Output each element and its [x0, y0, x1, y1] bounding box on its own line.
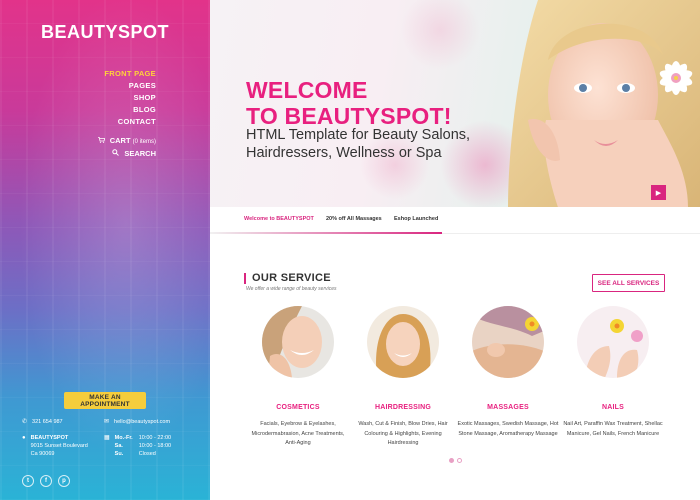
hours-row: Mo.-Fr. 10:00 - 22:00	[115, 434, 177, 442]
massages-image	[472, 306, 544, 378]
hours-time: 10:00 - 22:00	[138, 435, 172, 441]
search-link[interactable]: SEARCH	[98, 147, 156, 160]
hero-title: WELCOME TO BEAUTYSPOT!	[246, 77, 452, 129]
pinterest-icon[interactable]: p	[58, 475, 70, 487]
utility-links: CART (0 items) SEARCH	[97, 134, 156, 160]
ticker-item[interactable]: Eshop Launched	[394, 207, 438, 232]
service-card-nails[interactable]: NAILS Nail Art, Paraffin Wax Treatment, …	[561, 306, 665, 439]
logo[interactable]: BEAUTYSPOT	[0, 22, 210, 43]
hours-day: Su.	[114, 451, 124, 457]
cart-label: CART	[109, 136, 131, 145]
phone-number: 321 654 987	[32, 419, 63, 425]
twitter-icon[interactable]: t	[22, 475, 34, 487]
service-name: HAIRDRESSING	[374, 404, 432, 411]
make-appointment-button[interactable]: MAKE AN APPOINTMENT	[64, 392, 146, 409]
sidebar: BEAUTYSPOT FRONT PAGE PAGES SHOP BLOG CO…	[0, 0, 210, 500]
news-ticker: Welcome to BEAUTYSPOT 20% off All Massag…	[210, 207, 700, 234]
menu-item-pages[interactable]: PAGES	[104, 80, 156, 92]
service-description: Facials, Eyebrow & Eyelashes, Microderma…	[251, 421, 345, 446]
service-card-hairdressing[interactable]: HAIRDRESSING Wash, Cut & Finish, Blow Dr…	[351, 306, 455, 449]
cart-link[interactable]: CART (0 items)	[97, 134, 156, 147]
nails-image	[577, 306, 649, 378]
menu-item-contact[interactable]: CONTACT	[104, 116, 156, 128]
mail-icon: ✉	[104, 419, 110, 425]
pagination-dot[interactable]	[457, 458, 462, 463]
service-card-massages[interactable]: MASSAGES Exotic Massages, Swedish Massag…	[456, 306, 560, 439]
contact-email[interactable]: ✉ hello@beautyspot.com	[104, 418, 170, 426]
play-icon: ▶	[655, 189, 662, 197]
contact-address: ● BEAUTYSPOT 9015 Sunset Boulevard Ca 90…	[22, 434, 88, 458]
opening-hours: ▦ Mo.-Fr. 10:00 - 22:00 Sa. 10:00 - 18:00 …	[104, 434, 177, 458]
menu-item-shop[interactable]: SHOP	[104, 92, 156, 104]
hours-row: Su. Closed	[115, 450, 177, 458]
hours-day: Mo.-Fr.	[114, 435, 133, 441]
cart-count: (0 items)	[132, 139, 156, 145]
hero-bokeh	[400, 0, 480, 70]
ticker-item[interactable]: 20% off All Massages	[326, 207, 382, 232]
service-description: Nail Art, Paraffin Wax Treatment, Shella…	[563, 421, 663, 437]
menu-item-front-page[interactable]: FRONT PAGE	[104, 68, 156, 80]
service-name: MASSAGES	[487, 404, 529, 411]
carousel-pagination	[449, 458, 462, 463]
contact-phone: ✆ 321 654 987	[22, 418, 63, 426]
cart-icon	[97, 137, 107, 145]
pagination-dot[interactable]	[449, 458, 454, 463]
ticker-item[interactable]: Welcome to BEAUTYSPOT	[244, 207, 314, 232]
hero-portrait-image	[508, 0, 700, 207]
ticker-progress-bar	[210, 232, 442, 234]
see-all-services-button[interactable]: SEE ALL SERVICES	[592, 274, 665, 292]
services-heading: OUR SERVICE	[244, 272, 331, 284]
hero-title-line1: WELCOME	[246, 77, 368, 103]
hairdressing-image	[367, 306, 439, 378]
service-card-cosmetics[interactable]: COSMETICS Facials, Eyebrow & Eyelashes, …	[246, 306, 350, 449]
main-menu: FRONT PAGE PAGES SHOP BLOG CONTACT	[104, 68, 156, 128]
hours-row: Sa. 10:00 - 18:00	[115, 442, 177, 450]
social-links: t f p	[22, 475, 70, 487]
hours-time: 10:00 - 18:00	[138, 443, 172, 449]
hours-day: Sa.	[114, 443, 123, 449]
address-name: BEAUTYSPOT	[30, 435, 69, 441]
services-subheading: We offer a wide range of beauty services	[246, 286, 337, 292]
service-description: Wash, Cut & Finish, Blow Dries, Hair Col…	[358, 421, 448, 446]
slider-next-button[interactable]: ▶	[651, 185, 666, 200]
search-label: SEARCH	[124, 149, 156, 158]
search-icon	[112, 149, 121, 158]
service-description: Exotic Massages, Swedish Massage, Hot St…	[457, 421, 559, 437]
address-street: 9015 Sunset Boulevard	[30, 443, 88, 449]
menu-item-blog[interactable]: BLOG	[104, 104, 156, 116]
location-pin-icon: ●	[22, 435, 26, 441]
hero-subtitle: HTML Template for Beauty Salons, Hairdre…	[246, 127, 471, 161]
cosmetics-image	[262, 306, 334, 378]
phone-icon: ✆	[22, 419, 28, 425]
facebook-icon[interactable]: f	[40, 475, 52, 487]
address-city: Ca 90069	[30, 451, 55, 457]
service-name: NAILS	[602, 404, 624, 411]
service-name: COSMETICS	[276, 404, 320, 411]
email-address: hello@beautyspot.com	[114, 419, 171, 425]
hours-time: Closed	[138, 451, 156, 457]
calendar-icon: ▦	[104, 435, 110, 441]
hero-banner: WELCOME TO BEAUTYSPOT! HTML Template for…	[210, 0, 700, 207]
